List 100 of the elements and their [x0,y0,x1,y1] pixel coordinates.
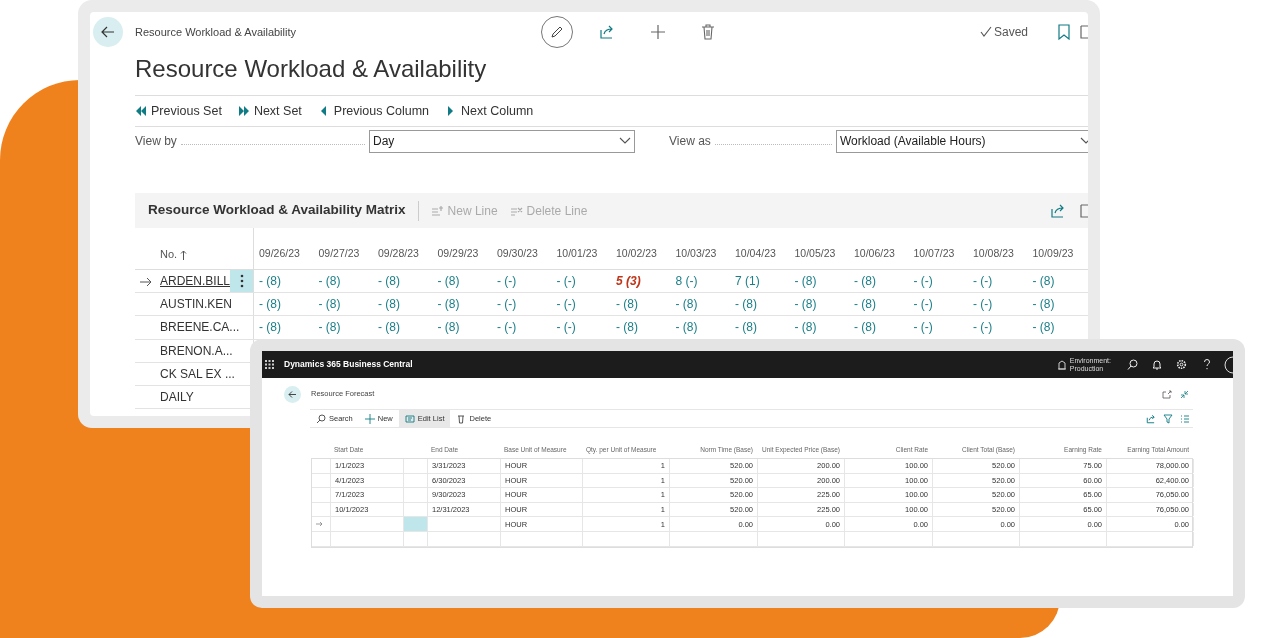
matrix-value[interactable]: - (8) [616,295,638,314]
share-icon[interactable] [1146,413,1156,424]
matrix-value[interactable]: - (8) [794,295,817,314]
matrix-value[interactable]: - (8) [437,318,460,337]
matrix-value[interactable]: - (8) [854,272,876,291]
column-header: 09/26/23 [259,246,300,262]
checkmark-icon [979,26,992,38]
matrix-value[interactable]: - (8) [318,295,341,314]
pop-out-icon[interactable] [1162,389,1172,399]
resource-name: AUSTIN.KEN [160,296,232,314]
back-arrow-icon [100,24,116,40]
resource-link[interactable]: ARDEN.BILL [160,272,231,291]
matrix-value[interactable]: - (8) [259,318,281,337]
help-icon[interactable] [1203,359,1211,370]
trash-icon [456,413,467,424]
selected-cell[interactable] [404,517,428,531]
matrix-value[interactable]: - (-) [497,295,517,314]
action-button[interactable]: Next Column [445,101,534,121]
matrix-value[interactable]: - (8) [378,318,400,337]
matrix-title: Resource Workload & Availability Matrix [148,201,406,220]
settings-icon[interactable] [1176,359,1187,370]
matrix-value[interactable]: - (8) [259,295,281,314]
column-header: 09/27/23 [318,246,360,262]
matrix-value[interactable]: - (8) [318,318,341,337]
panel-icon[interactable] [1080,24,1088,40]
plus-icon[interactable] [650,24,666,40]
matrix-value[interactable]: 5 (3) [616,272,641,291]
matrix-value[interactable]: - (8) [437,272,460,291]
app-title: Dynamics 365 Business Central [284,358,413,371]
column-header: 10/02/23 [616,246,657,262]
matrix-value[interactable]: - (-) [973,295,993,314]
app-launcher-icon[interactable] [265,360,274,369]
matrix-value[interactable]: - (8) [1032,272,1055,291]
matrix-value[interactable]: 8 (-) [675,272,698,291]
action-button[interactable]: Next Set [237,101,302,121]
bookmark-icon[interactable] [1058,24,1070,40]
matrix-value[interactable]: - (-) [973,318,993,337]
matrix-value[interactable]: - (8) [259,272,281,291]
page-title: Resource Workload & Availability [135,54,488,84]
search-icon[interactable] [1127,359,1138,370]
field-label: View as [669,133,711,150]
matrix-value[interactable]: - (8) [378,295,400,314]
action-button[interactable]: Previous Column [317,101,429,121]
back-button[interactable] [93,17,123,47]
column-header: 10/05/23 [794,246,836,262]
share-icon[interactable] [599,24,615,40]
action-button[interactable]: Previous Set [135,101,222,121]
matrix-value[interactable]: - (8) [735,318,757,337]
saved-status: Saved [993,24,1028,41]
rewind-icon [135,105,147,117]
column-header: 10/09/23 [1032,246,1074,262]
sort-up-icon [180,250,188,260]
matrix-value[interactable]: - (8) [1032,295,1055,314]
matrix-value[interactable]: - (8) [378,272,400,291]
matrix-value[interactable]: - (-) [973,272,993,291]
back-button[interactable] [284,385,301,403]
row-menu-button[interactable] [230,270,253,293]
column-header: 10/03/23 [675,246,717,262]
pencil-icon [550,25,564,39]
matrix-value[interactable]: - (8) [735,295,757,314]
matrix-value[interactable]: - (-) [913,318,933,337]
matrix-value[interactable]: - (8) [1032,318,1055,337]
matrix-value[interactable]: - (8) [854,295,876,314]
matrix-value[interactable]: - (8) [794,272,817,291]
matrix-value[interactable]: - (8) [437,295,460,314]
matrix-value[interactable]: - (8) [675,318,698,337]
matrix-value[interactable]: - (8) [616,318,638,337]
matrix-value[interactable]: - (-) [497,318,517,337]
trash-icon[interactable] [701,24,715,40]
breadcrumb: Resource Workload & Availability [135,24,297,40]
dropdown-field[interactable]: Day [369,129,635,153]
column-header: 09/28/23 [378,246,419,262]
matrix-value[interactable]: - (8) [794,318,817,337]
share-icon[interactable] [1050,202,1066,219]
collapse-icon[interactable] [1180,389,1189,399]
matrix-value[interactable]: - (-) [913,272,933,291]
panel-icon[interactable] [1080,202,1088,219]
matrix-value[interactable]: - (8) [854,318,876,337]
chevron-down-icon [619,137,631,145]
column-header: 10/04/23 [735,246,776,262]
bell-icon[interactable] [1152,359,1162,370]
more-vertical-icon [239,274,244,289]
matrix-value[interactable]: - (-) [497,272,517,291]
column-header: 10/08/23 [973,246,1014,262]
matrix-value[interactable]: - (8) [675,295,698,314]
filter-icon[interactable] [1163,413,1173,424]
dropdown-field[interactable]: Workload (Available Hours) [836,129,1088,153]
column-header: No. [160,246,178,262]
plus-icon [364,413,375,424]
matrix-value[interactable]: - (-) [556,272,576,291]
matrix-value[interactable]: - (-) [556,295,576,314]
column-header: 10/07/23 [913,246,955,262]
resource-name: DAILY [160,389,194,407]
matrix-value[interactable]: - (-) [913,295,933,314]
matrix-value[interactable]: - (8) [318,272,341,291]
back-arrow-icon [288,389,297,399]
field-label: View by [135,133,177,150]
matrix-value[interactable]: - (-) [556,318,576,337]
matrix-value[interactable]: 7 (1) [735,272,760,291]
resource-name: BREENE.CA... [160,319,240,337]
